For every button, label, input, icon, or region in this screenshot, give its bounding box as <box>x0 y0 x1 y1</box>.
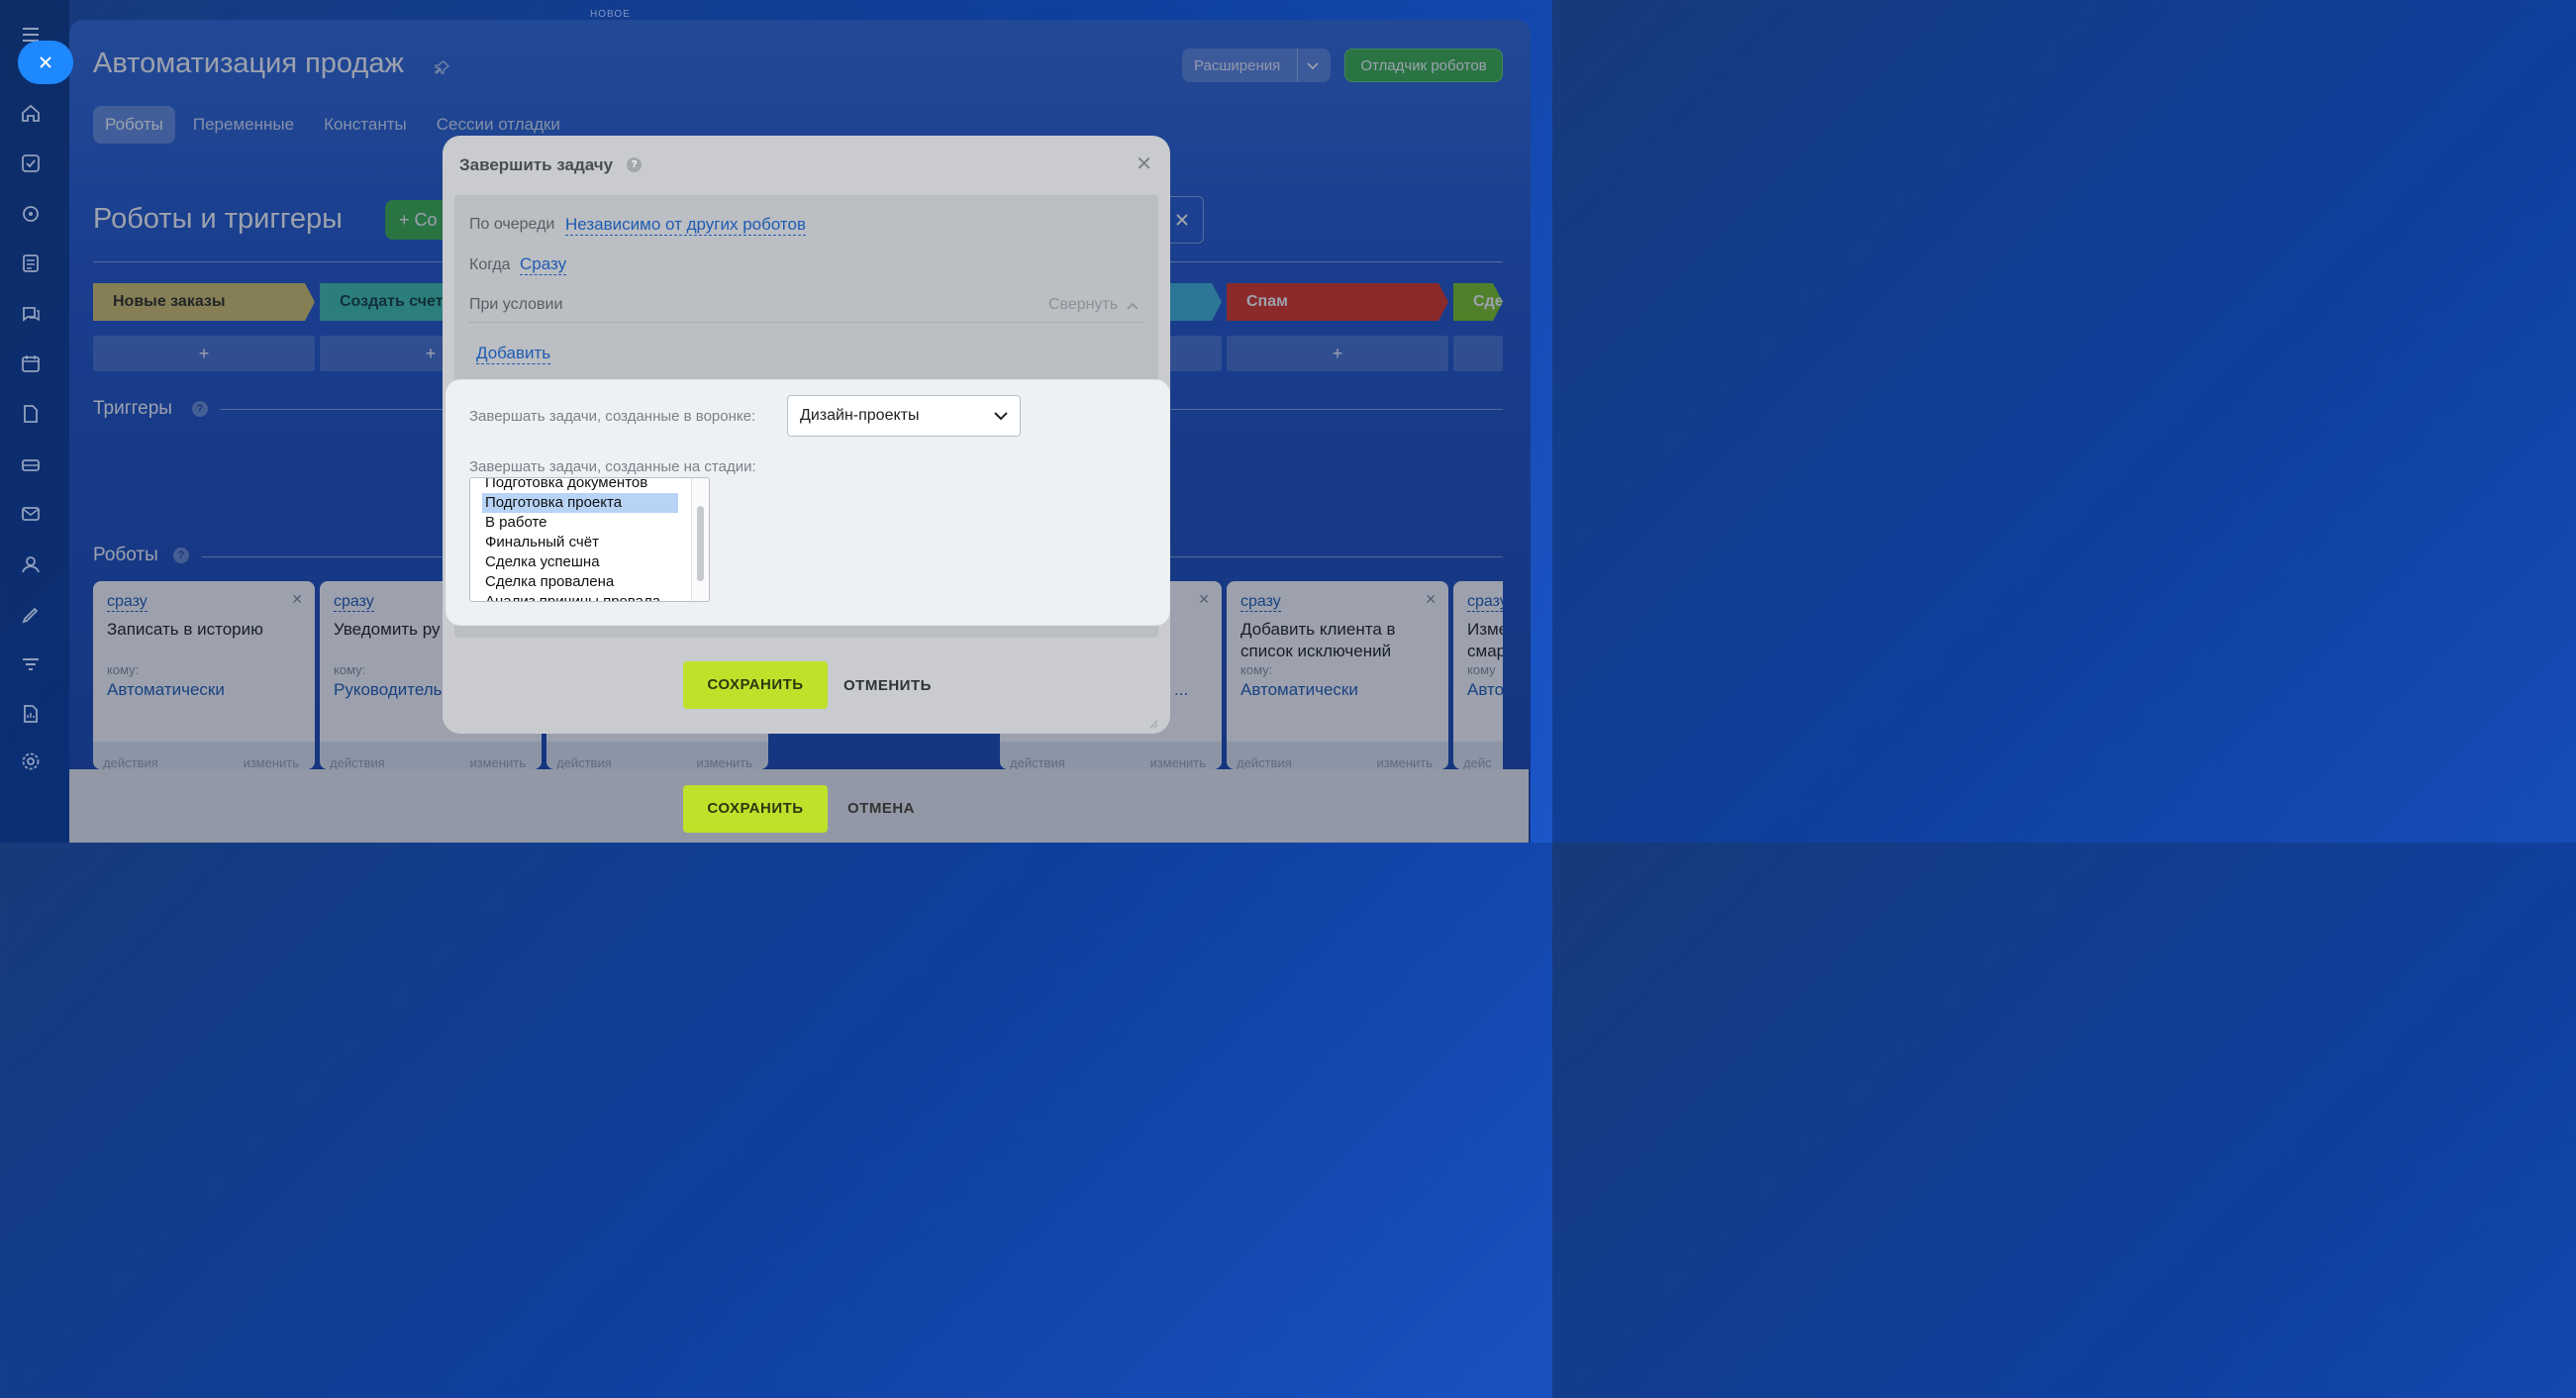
stage-option[interactable]: Анализ причины провала <box>482 592 678 601</box>
funnel-select-value: Дизайн-проекты <box>800 407 920 424</box>
automation-icon[interactable] <box>20 653 42 675</box>
stage-option[interactable]: Сделка успешна <box>482 552 678 572</box>
top-label: НОВОЕ <box>590 9 631 20</box>
when-label: Когда <box>469 256 511 273</box>
dialog-save-button[interactable]: СОХРАНИТЬ <box>683 661 828 709</box>
chevron-up-icon[interactable] <box>1127 297 1139 315</box>
inventory-icon[interactable] <box>20 453 42 475</box>
queue-label: По очереди <box>469 216 555 233</box>
dialog-cancel-button[interactable]: ОТМЕНИТЬ <box>843 677 932 694</box>
stage-option[interactable]: Подготовка документов <box>482 478 678 493</box>
funnel-select[interactable]: Дизайн-проекты <box>787 395 1021 437</box>
left-sidebar <box>0 0 69 843</box>
resize-handle-icon[interactable] <box>1148 716 1158 729</box>
file-icon[interactable] <box>20 403 42 425</box>
reports-icon[interactable] <box>20 703 42 725</box>
scrollbar-thumb[interactable] <box>697 506 704 581</box>
dialog-title: Завершить задачу <box>459 155 614 174</box>
close-icon <box>40 56 51 68</box>
stage-option[interactable]: В работе <box>482 513 678 533</box>
add-condition-link[interactable]: Добавить <box>476 344 551 364</box>
queue-value-link[interactable]: Независимо от других роботов <box>565 215 806 236</box>
stage-option[interactable]: Финальный счёт <box>482 533 678 552</box>
stage-multiselect[interactable]: Подготовка документов Подготовка проекта… <box>469 477 710 602</box>
stage-option[interactable]: Сделка провалена <box>482 572 678 592</box>
close-slider-button[interactable] <box>18 41 73 84</box>
collapse-link[interactable]: Свернуть <box>1048 296 1118 314</box>
contacts-icon[interactable] <box>20 553 42 575</box>
when-value-link[interactable]: Сразу <box>520 254 567 275</box>
help-icon[interactable]: ? <box>627 157 642 172</box>
documents-icon[interactable] <box>20 252 42 274</box>
divider <box>469 322 1143 323</box>
save-button[interactable]: СОХРАНИТЬ <box>683 785 828 833</box>
task-filter-section: Завершать задачи, созданные в воронке: Д… <box>446 380 1169 625</box>
crm-icon[interactable] <box>20 203 42 225</box>
sign-icon[interactable] <box>20 604 42 626</box>
condition-label: При условии <box>469 296 563 313</box>
chevron-down-icon <box>994 412 1008 421</box>
chat-icon[interactable] <box>20 303 42 325</box>
listbox-scrollbar[interactable] <box>691 478 709 601</box>
home-icon[interactable] <box>20 102 42 124</box>
mail-icon[interactable] <box>20 503 42 525</box>
cancel-button[interactable]: ОТМЕНА <box>847 800 915 817</box>
close-icon[interactable]: ✕ <box>1136 151 1152 176</box>
tasks-icon[interactable] <box>20 152 42 174</box>
stage-option-selected[interactable]: Подготовка проекта <box>482 493 678 513</box>
funnel-label: Завершать задачи, созданные в воронке: <box>469 408 756 425</box>
settings-icon[interactable] <box>20 750 42 772</box>
stage-label: Завершать задачи, созданные на стадии: <box>469 458 756 475</box>
calendar-icon[interactable] <box>20 352 42 374</box>
